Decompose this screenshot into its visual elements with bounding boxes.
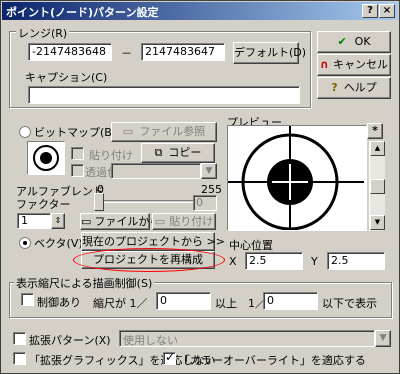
caption-input[interactable]	[28, 86, 300, 104]
paste-label: 貼り付け	[89, 149, 133, 162]
help-button[interactable]: ? ヘルプ	[317, 77, 391, 99]
factor-input[interactable]: 1	[17, 213, 51, 229]
chevron-down-icon: ▼	[379, 333, 387, 343]
transparent-dropdown-button: ▼	[201, 163, 217, 179]
range-max-input[interactable]: 2147483647	[141, 43, 225, 61]
close-button[interactable]: ×	[379, 4, 395, 18]
transparent-color-select	[111, 163, 201, 179]
bitmap-preview	[27, 141, 65, 175]
highlight-ellipse	[73, 248, 225, 272]
vector-radio[interactable]	[19, 237, 31, 249]
copy-icon: ⧉	[154, 146, 163, 159]
color-override-checkbox[interactable]	[163, 350, 176, 365]
alpha-slider-thumb[interactable]	[94, 193, 104, 211]
range-separator: －	[121, 47, 132, 60]
ext-pattern-checkbox[interactable]	[13, 332, 26, 345]
copy-button[interactable]: ⧉ コピー	[141, 143, 215, 163]
chevron-down-icon: ▼	[205, 166, 213, 176]
cancel-icon: ∩	[320, 58, 329, 71]
spinner-icon: ⇕	[54, 216, 62, 225]
default-button[interactable]: デフォルト(D)	[233, 42, 306, 64]
zoom-button[interactable]: *	[367, 123, 383, 139]
vector-label: ベクタ(V)	[34, 237, 83, 250]
alpha-slider-track[interactable]	[97, 200, 207, 203]
center-x-input[interactable]: 2.5	[245, 252, 303, 270]
paste-checkbox	[71, 147, 84, 160]
ext-pattern-select: 使用しない	[119, 330, 375, 347]
ext-graphics-checkbox[interactable]	[13, 352, 26, 365]
center-position-label: 中心位置	[229, 239, 273, 252]
scroll-thumb[interactable]	[370, 179, 385, 194]
target-preview-icon	[228, 126, 364, 231]
scroll-up-arrow[interactable]: ▲	[370, 141, 385, 156]
cancel-button[interactable]: ∩ キャンセル	[317, 54, 391, 76]
from-file-button[interactable]: ▭ ファイルから..	[80, 213, 167, 230]
limit-checkbox[interactable]	[21, 293, 34, 306]
scale-below-label: 以下で表示	[322, 297, 377, 310]
folder-icon: ▭	[122, 125, 134, 138]
help-title-button[interactable]: ?	[362, 4, 378, 18]
paste-button: ▭ 貼り付け	[152, 213, 216, 230]
range-label: レンジ(R)	[16, 25, 70, 41]
file-reference-button: ▭ ファイル参照	[111, 122, 217, 142]
paste-icon: ▭	[154, 215, 166, 228]
scroll-down-arrow[interactable]: ▼	[370, 215, 385, 230]
dialog-window: ポイント(ノード)パターン設定 ? × レンジ(R) -2147483648 －…	[0, 0, 400, 374]
window-title: ポイント(ノード)パターン設定	[6, 6, 159, 19]
bitmap-target-icon	[33, 145, 59, 171]
center-y-input[interactable]: 2.5	[327, 252, 385, 270]
folder-open-icon: ▭	[81, 215, 92, 228]
scale-to-input[interactable]: 0	[263, 292, 318, 310]
ok-button[interactable]: ✔ OK	[317, 31, 391, 53]
preview-scrollbar[interactable]: ▲ ▼	[369, 141, 385, 231]
range-min-input[interactable]: -2147483648	[28, 43, 112, 61]
title-bar: ポイント(ノード)パターン設定 ? ×	[2, 2, 398, 20]
scale-above-label: 以上 1／	[215, 297, 266, 310]
help-icon: ?	[331, 81, 338, 94]
factor-spinner[interactable]: ⇕	[51, 213, 65, 229]
scale-from-label: 縮尺が 1／	[93, 297, 148, 310]
limit-label: 制御あり	[37, 296, 81, 309]
display-scale-label: 表示縮尺による描画制御(S)	[14, 275, 155, 291]
chevron-down-icon: ▼	[374, 218, 381, 226]
transparent-checkbox	[71, 164, 84, 177]
caption-label: キャプション(C)	[25, 71, 108, 84]
check-icon: ✔	[337, 35, 347, 48]
ext-pattern-dropdown-button: ▼	[375, 330, 391, 347]
factor-label: ファクター	[16, 198, 71, 211]
alpha-value-input: 0	[193, 195, 217, 211]
color-override-label: 「カラーオーバーライト」を適応する	[179, 354, 366, 367]
chevron-up-icon: ▲	[374, 144, 381, 152]
y-label: Y	[311, 255, 318, 268]
bitmap-label: ビットマップ(B)	[34, 126, 117, 139]
x-label: X	[229, 255, 237, 268]
bitmap-radio[interactable]	[19, 126, 31, 138]
scale-from-input[interactable]: 0	[156, 292, 211, 310]
preview-canvas	[227, 125, 367, 231]
ext-pattern-label: 拡張パターン(X)	[29, 334, 111, 347]
